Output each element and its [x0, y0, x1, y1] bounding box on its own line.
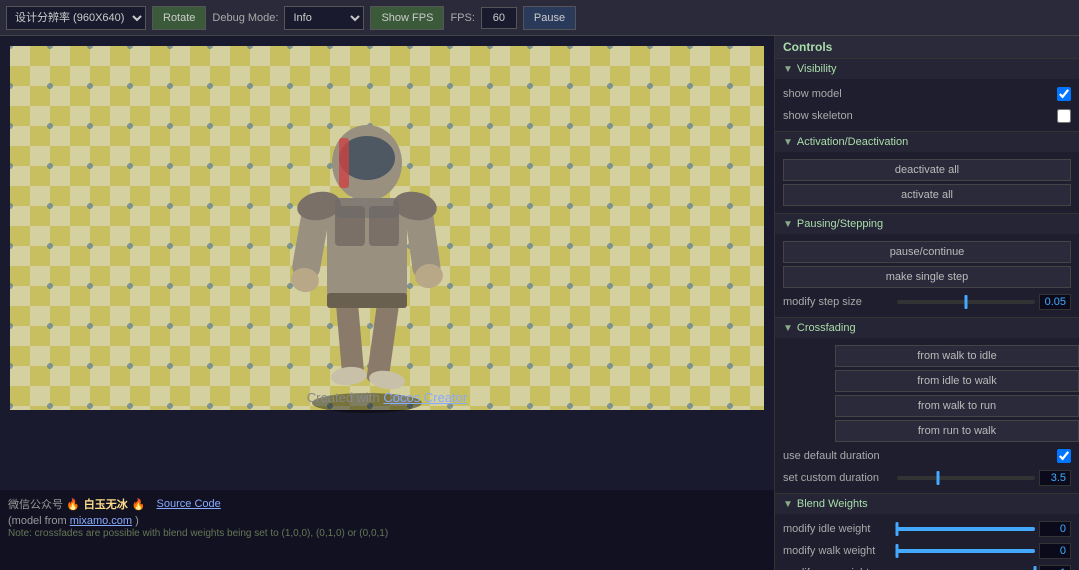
pausing-label: Pausing/Stepping	[797, 218, 883, 230]
canvas-area: Created with Cocos Creator 微信公众号 🔥 白玉无冰 …	[0, 36, 774, 570]
activate-all-button[interactable]: activate all	[783, 184, 1071, 206]
activation-label: Activation/Deactivation	[797, 136, 908, 148]
visibility-header[interactable]: ▼ Visibility	[775, 59, 1079, 79]
resolution-select[interactable]: 设计分辨率 (960X640)	[6, 6, 146, 30]
brand-name: 白玉无冰	[84, 496, 128, 512]
blend-weights-arrow: ▼	[783, 499, 793, 510]
run-weight-value: 1	[1039, 565, 1071, 570]
controls-title: Controls	[775, 36, 1079, 59]
default-duration-checkbox[interactable]	[1057, 449, 1071, 463]
step-size-track[interactable]	[897, 300, 1035, 304]
activation-section: ▼ Activation/Deactivation deactivate all…	[775, 132, 1079, 214]
crossfading-label: Crossfading	[797, 322, 856, 334]
walk-weight-label: modify walk weight	[783, 545, 893, 557]
walk-weight-value: 0	[1039, 543, 1071, 559]
make-single-step-button[interactable]: make single step	[783, 266, 1071, 288]
pause-button[interactable]: Pause	[523, 6, 576, 30]
custom-duration-track[interactable]	[897, 476, 1035, 480]
character-model	[267, 98, 467, 398]
bottom-bar: 微信公众号 🔥 白玉无冰 🔥 Source Code (model from m…	[0, 490, 774, 570]
walk-weight-track[interactable]	[897, 549, 1035, 553]
custom-duration-label: set custom duration	[783, 472, 893, 484]
activation-arrow: ▼	[783, 137, 793, 148]
deactivate-all-button[interactable]: deactivate all	[783, 159, 1071, 181]
idle-weight-track[interactable]	[897, 527, 1035, 531]
show-skeleton-row: show skeleton	[775, 105, 1079, 127]
step-size-label: modify step size	[783, 296, 893, 308]
canvas-viewport: Created with Cocos Creator	[0, 36, 774, 490]
walk-to-run-button[interactable]: from walk to run	[835, 395, 1079, 417]
blend-weights-header[interactable]: ▼ Blend Weights	[775, 494, 1079, 514]
fps-input[interactable]	[481, 7, 517, 29]
idle-weight-row: modify idle weight 0	[775, 518, 1079, 540]
blend-weights-section: ▼ Blend Weights modify idle weight 0 mod…	[775, 494, 1079, 570]
blend-weights-content: modify idle weight 0 modify walk weight …	[775, 514, 1079, 570]
wechat-suffix-emoji: 🔥	[132, 498, 146, 511]
walk-weight-row: modify walk weight 0	[775, 540, 1079, 562]
visibility-arrow: ▼	[783, 64, 793, 75]
run-weight-row: modify run weight 1	[775, 562, 1079, 570]
step-size-value: 0.05	[1039, 294, 1071, 310]
default-duration-label: use default duration	[783, 450, 1057, 462]
visibility-section: ▼ Visibility show model show skeleton	[775, 59, 1079, 132]
step-size-row: modify step size 0.05	[775, 291, 1079, 313]
source-code-link[interactable]: Source Code	[157, 498, 221, 510]
main-area: Created with Cocos Creator 微信公众号 🔥 白玉无冰 …	[0, 36, 1079, 570]
pausing-content: pause/continue make single step modify s…	[775, 234, 1079, 317]
right-panel: Controls ▼ Visibility show model show sk…	[774, 36, 1079, 570]
blend-weights-label: Blend Weights	[797, 498, 868, 510]
custom-duration-value: 3.5	[1039, 470, 1071, 486]
mixamo-link[interactable]: mixamo.com	[70, 515, 132, 527]
crossfading-section: ▼ Crossfading from walk to idle from idl…	[775, 318, 1079, 494]
model-from-text: (model from	[8, 515, 70, 527]
idle-weight-label: modify idle weight	[783, 523, 893, 535]
visibility-label: Visibility	[797, 63, 837, 75]
show-skeleton-checkbox[interactable]	[1057, 109, 1071, 123]
pausing-arrow: ▼	[783, 219, 793, 230]
show-fps-button[interactable]: Show FPS	[370, 6, 444, 30]
fps-label: FPS:	[450, 12, 474, 24]
idle-weight-value: 0	[1039, 521, 1071, 537]
show-model-row: show model	[775, 83, 1079, 105]
run-to-walk-button[interactable]: from run to walk	[835, 420, 1079, 442]
cocos-creator-link[interactable]: Cocos Creator	[383, 390, 467, 405]
show-model-checkbox[interactable]	[1057, 87, 1071, 101]
rotate-button[interactable]: Rotate	[152, 6, 206, 30]
debug-mode-select[interactable]: Info	[284, 6, 364, 30]
model-close: )	[135, 515, 139, 527]
created-with-text: Created with Cocos Creator	[0, 390, 774, 405]
idle-to-walk-button[interactable]: from idle to walk	[835, 370, 1079, 392]
crossfading-arrow: ▼	[783, 323, 793, 334]
pausing-header[interactable]: ▼ Pausing/Stepping	[775, 214, 1079, 234]
activation-header[interactable]: ▼ Activation/Deactivation	[775, 132, 1079, 152]
crossfading-header[interactable]: ▼ Crossfading	[775, 318, 1079, 338]
debug-mode-label: Debug Mode:	[212, 12, 278, 24]
pause-continue-button[interactable]: pause/continue	[783, 241, 1071, 263]
crossfading-content: from walk to idle from idle to walk from…	[775, 338, 1079, 493]
wechat-prefix: 微信公众号 🔥	[8, 496, 80, 512]
show-model-label: show model	[783, 88, 1057, 100]
pausing-section: ▼ Pausing/Stepping pause/continue make s…	[775, 214, 1079, 318]
activation-content: deactivate all activate all	[775, 152, 1079, 213]
walk-to-idle-button[interactable]: from walk to idle	[835, 345, 1079, 367]
toolbar: 设计分辨率 (960X640) Rotate Debug Mode: Info …	[0, 0, 1079, 36]
custom-duration-row: set custom duration 3.5	[775, 467, 1079, 489]
visibility-content: show model show skeleton	[775, 79, 1079, 131]
default-duration-row: use default duration	[775, 445, 1079, 467]
note-text: Note: crossfades are possible with blend…	[8, 527, 766, 541]
show-skeleton-label: show skeleton	[783, 110, 1057, 122]
